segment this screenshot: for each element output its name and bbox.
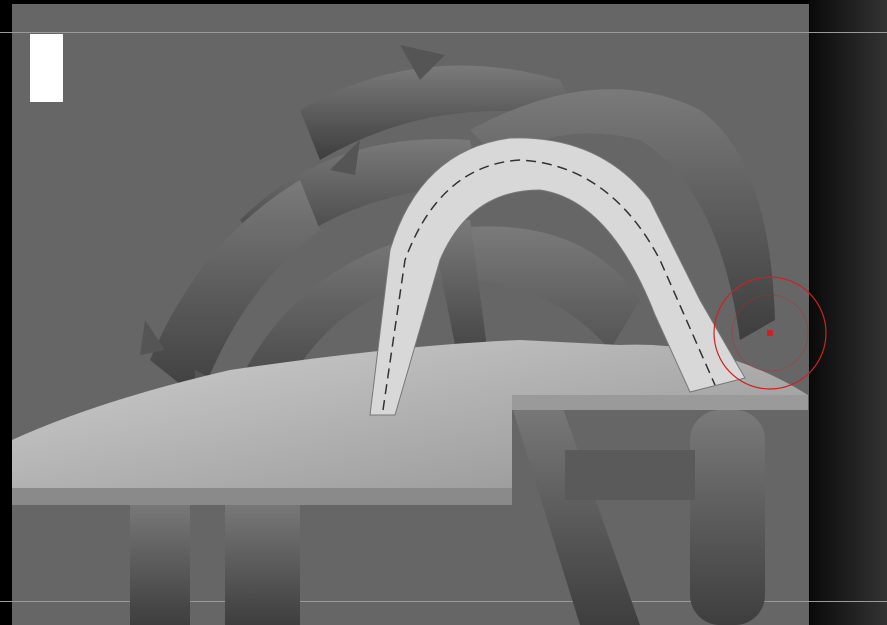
zbrush-window (0, 0, 887, 625)
sculpt-model[interactable] (0, 0, 887, 625)
